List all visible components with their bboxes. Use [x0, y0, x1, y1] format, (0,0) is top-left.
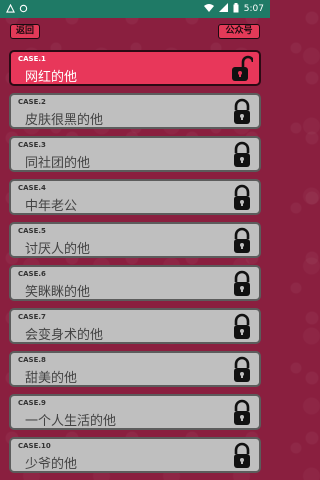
top-bar: 返回 公众号 [0, 18, 270, 44]
case-item[interactable]: CASE.8 甜美的他 [9, 351, 261, 387]
case-item[interactable]: CASE.4 中年老公 [9, 179, 261, 215]
case-number-label: CASE.9 [18, 399, 46, 407]
locked-padlock-icon [231, 356, 253, 384]
case-number-label: CASE.1 [18, 55, 46, 63]
case-item[interactable]: CASE.3 同社团的他 [9, 136, 261, 172]
status-left [6, 3, 28, 15]
case-title: 皮肤很黑的他 [25, 113, 104, 128]
case-item[interactable]: CASE.2 皮肤很黑的他 [9, 93, 261, 129]
locked-padlock-icon [231, 227, 253, 255]
locked-padlock-icon [231, 313, 253, 341]
case-item[interactable]: CASE.9 一个人生活的他 [9, 394, 261, 430]
case-number-label: CASE.6 [18, 270, 46, 278]
case-title: 甜美的他 [25, 371, 78, 386]
case-item[interactable]: CASE.1 网红的他 [9, 50, 261, 86]
case-number-label: CASE.2 [18, 98, 46, 106]
case-number-label: CASE.4 [18, 184, 46, 192]
case-title: 中年老公 [25, 199, 78, 214]
case-item[interactable]: CASE.5 讨厌人的他 [9, 222, 261, 258]
status-right: 5:07 [203, 2, 264, 16]
wifi-icon [203, 3, 214, 15]
battery-icon [233, 2, 239, 16]
case-number-label: CASE.5 [18, 227, 46, 235]
case-number-label: CASE.7 [18, 313, 46, 321]
sync-icon [19, 4, 28, 15]
case-number-label: CASE.10 [18, 442, 51, 450]
locked-padlock-icon [231, 442, 253, 470]
locked-padlock-icon [231, 98, 253, 126]
status-time: 5:07 [243, 4, 264, 14]
status-bar: 5:07 [0, 0, 270, 18]
case-title: 一个人生活的他 [25, 414, 117, 429]
locked-padlock-icon [231, 399, 253, 427]
locked-padlock-icon [231, 270, 253, 298]
case-title: 笑眯眯的他 [25, 285, 91, 300]
case-number-label: CASE.3 [18, 141, 46, 149]
back-button[interactable]: 返回 [10, 24, 40, 39]
notification-icon [6, 3, 15, 15]
official-account-button[interactable]: 公众号 [218, 24, 260, 39]
case-title: 网红的他 [25, 70, 78, 85]
unlocked-padlock-icon [231, 55, 255, 83]
signal-icon [218, 3, 228, 15]
locked-padlock-icon [231, 141, 253, 169]
case-item[interactable]: CASE.6 笑眯眯的他 [9, 265, 261, 301]
case-list: CASE.1 网红的他 CASE.2 皮肤很黑的他 CASE.3 同社团的他 CASE.4 中… [9, 50, 261, 480]
case-number-label: CASE.8 [18, 356, 46, 364]
case-title: 同社团的他 [25, 156, 91, 171]
case-title: 少爷的他 [25, 457, 78, 472]
case-title: 讨厌人的他 [25, 242, 91, 257]
locked-padlock-icon [231, 184, 253, 212]
case-item[interactable]: CASE.10 少爷的他 [9, 437, 261, 473]
case-title: 会变身术的他 [25, 328, 104, 343]
case-item[interactable]: CASE.7 会变身术的他 [9, 308, 261, 344]
